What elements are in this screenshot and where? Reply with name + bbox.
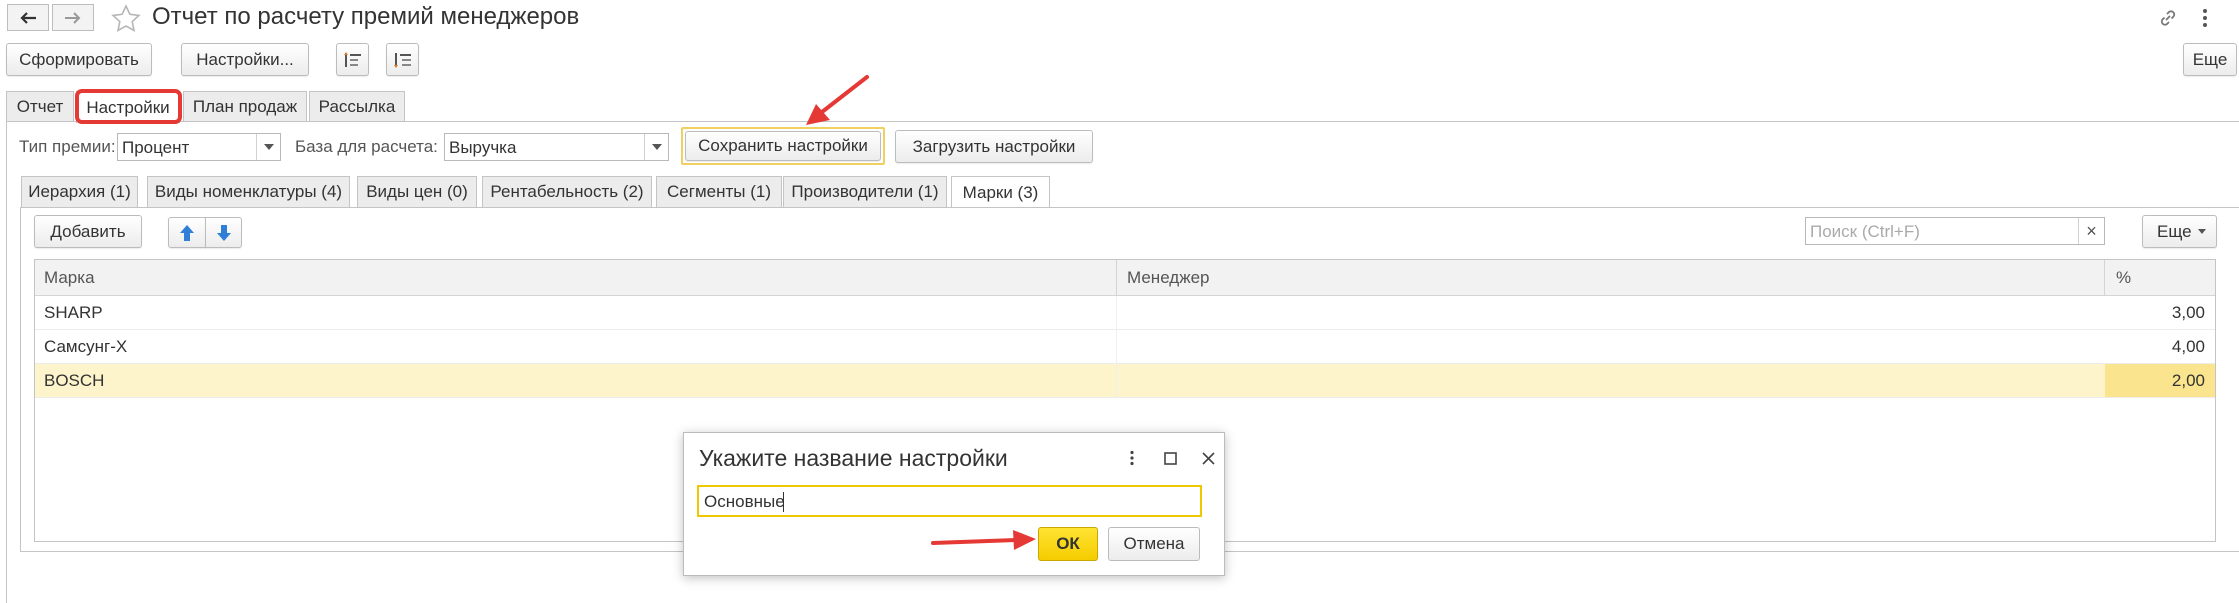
setting-name-value: Основные xyxy=(704,492,785,511)
percent-cell[interactable]: 2,00 xyxy=(2172,371,2205,391)
title-bar: Отчет по расчету премий менеджеров xyxy=(0,0,2239,38)
group-expand-button[interactable] xyxy=(336,43,369,76)
tab-price-types[interactable]: Виды цен (0) xyxy=(357,176,477,207)
base-select[interactable]: Выручка xyxy=(444,133,669,161)
brand-cell[interactable]: SHARP xyxy=(44,303,103,323)
panel-border xyxy=(6,121,7,603)
annotation-tab-highlight xyxy=(75,89,182,124)
group-expand-icon xyxy=(343,51,361,67)
back-button[interactable] xyxy=(7,4,49,31)
row-separator xyxy=(1116,296,1117,330)
settings-button[interactable]: Настройки... xyxy=(181,43,309,76)
tab-sales-plan[interactable]: План продаж xyxy=(183,91,307,122)
column-brand[interactable]: Марка xyxy=(44,268,95,288)
group-collapse-button[interactable] xyxy=(386,43,419,76)
group-collapse-icon xyxy=(393,52,411,68)
brand-cell[interactable]: Самсунг-X xyxy=(44,337,127,357)
maximize-icon[interactable] xyxy=(1161,449,1179,467)
page-title: Отчет по расчету премий менеджеров xyxy=(152,3,580,30)
load-settings-button[interactable]: Загрузить настройки xyxy=(895,130,1093,163)
table-header: Марка Менеджер % xyxy=(35,260,2215,296)
forward-arrow-icon xyxy=(65,11,81,24)
inner-more-label: Еще xyxy=(2157,221,2192,241)
tab-nomenclature-types[interactable]: Виды номенклатуры (4) xyxy=(147,176,350,207)
arrow-down-icon xyxy=(216,224,231,241)
percent-cell[interactable]: 4,00 xyxy=(2172,337,2205,357)
tab-brands[interactable]: Марки (3) xyxy=(951,176,1050,208)
tab-segments[interactable]: Сегменты (1) xyxy=(656,176,782,207)
tab-mailing[interactable]: Рассылка xyxy=(309,91,405,122)
move-up-button[interactable] xyxy=(168,217,206,248)
brand-cell[interactable]: BOSCH xyxy=(44,371,104,391)
forward-button[interactable] xyxy=(52,4,94,31)
base-label: База для расчета: xyxy=(295,137,438,156)
tab-hierarchy[interactable]: Иерархия (1) xyxy=(21,176,138,207)
row-separator xyxy=(1116,330,1117,364)
clear-icon[interactable]: × xyxy=(2078,218,2104,244)
add-button[interactable]: Добавить xyxy=(34,215,142,248)
close-icon[interactable] xyxy=(1199,449,1217,467)
table-row-selected[interactable]: BOSCH 2,00 xyxy=(35,364,2215,398)
ok-button[interactable]: ОК xyxy=(1038,527,1098,561)
generate-button[interactable]: Сформировать xyxy=(6,43,152,76)
column-separator[interactable] xyxy=(2104,260,2105,296)
column-percent[interactable]: % xyxy=(2116,268,2131,288)
inner-more-button[interactable]: Еще xyxy=(2142,215,2217,248)
tab-profitability[interactable]: Рентабельность (2) xyxy=(482,176,652,207)
percent-cell[interactable]: 3,00 xyxy=(2172,303,2205,323)
column-separator[interactable] xyxy=(1116,260,1117,296)
more-vertical-icon[interactable] xyxy=(1123,449,1141,467)
move-down-button[interactable] xyxy=(205,217,242,248)
tab-manufacturers[interactable]: Производители (1) xyxy=(783,176,947,207)
back-arrow-icon xyxy=(20,11,36,24)
text-caret xyxy=(783,492,784,512)
tab-report[interactable]: Отчет xyxy=(6,91,74,122)
bonus-type-select[interactable]: Процент xyxy=(117,133,281,161)
chevron-down-icon[interactable] xyxy=(644,134,668,160)
column-manager[interactable]: Менеджер xyxy=(1127,268,1209,288)
star-icon[interactable] xyxy=(110,3,142,35)
table-row[interactable]: SHARP 3,00 xyxy=(35,296,2215,330)
table-row[interactable]: Самсунг-X 4,00 xyxy=(35,330,2215,364)
bonus-type-label: Тип премии: xyxy=(19,137,116,156)
cancel-button[interactable]: Отмена xyxy=(1108,527,1200,561)
arrow-up-icon xyxy=(180,224,194,241)
chevron-down-icon xyxy=(2198,229,2206,234)
setting-name-input[interactable]: Основные xyxy=(697,485,1202,517)
search-placeholder: Поиск (Ctrl+F) xyxy=(1810,222,1920,241)
row-separator xyxy=(1116,364,1117,398)
base-value: Выручка xyxy=(449,138,517,157)
app-window: Отчет по расчету премий менеджеров Сформ… xyxy=(0,0,2239,603)
link-icon[interactable] xyxy=(2157,7,2179,29)
annotation-arrow-save xyxy=(806,75,869,125)
more-vertical-icon[interactable] xyxy=(2198,6,2212,30)
dialog-title: Укажите название настройки xyxy=(699,445,1008,471)
tab-divider xyxy=(6,121,2239,122)
chevron-down-icon[interactable] xyxy=(256,134,280,160)
more-button[interactable]: Еще xyxy=(2183,43,2237,76)
save-settings-button[interactable]: Сохранить настройки xyxy=(685,131,881,161)
search-input[interactable]: Поиск (Ctrl+F) × xyxy=(1805,217,2105,245)
bonus-type-value: Процент xyxy=(122,138,190,157)
setting-name-dialog: Укажите название настройки Основные ОК О… xyxy=(683,432,1225,576)
